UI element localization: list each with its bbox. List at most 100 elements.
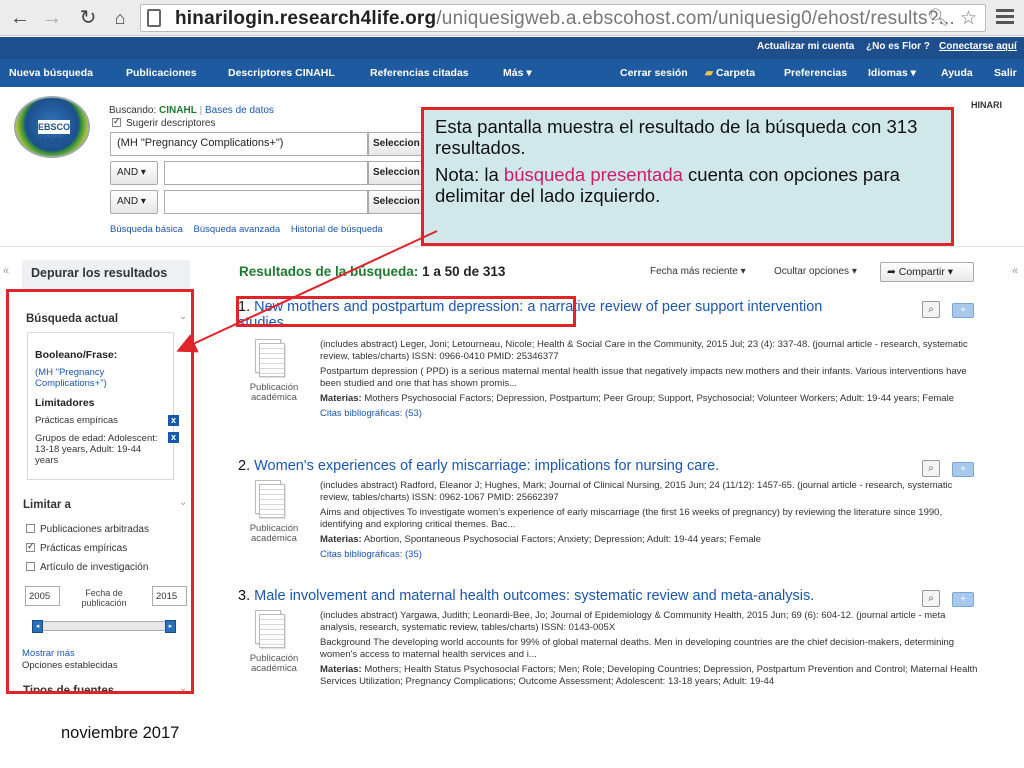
update-account-link[interactable]: Actualizar mi cuenta (757, 41, 854, 52)
add-to-folder-icon[interactable]: + (952, 592, 974, 607)
databases-link[interactable]: Bases de datos (205, 105, 274, 116)
checkbox[interactable] (26, 562, 35, 571)
result-title[interactable]: 2. Women's experiences of early miscarri… (238, 458, 858, 474)
nav-new-search[interactable]: Nueva búsqueda (9, 67, 93, 79)
suggest-subjects[interactable]: Sugerir descriptores (112, 116, 215, 129)
result-actions: ⌕ + (922, 301, 982, 319)
date-slider[interactable]: ◂ ▸ (32, 620, 176, 633)
browser-menu-icon[interactable] (996, 9, 1014, 25)
preview-icon[interactable]: ⌕ (922, 301, 940, 318)
advanced-search-link[interactable]: Búsqueda avanzada (194, 224, 281, 235)
result-subjects: Materias: Mothers Psychosocial Factors; … (320, 393, 954, 404)
collapse-right-icon[interactable]: « (1012, 265, 1018, 277)
nav-help[interactable]: Ayuda (941, 67, 973, 79)
hide-options-dropdown[interactable]: Ocultar opciones ▾ (774, 266, 857, 277)
chevron-down-icon[interactable]: ⌄ (179, 311, 187, 322)
nav-folder[interactable]: ▰ Carpeta (705, 67, 755, 79)
year-from-input[interactable]: 2005 (25, 586, 60, 606)
refine-panel-highlight: Búsqueda actual ⌄ Booleano/Frase: (MH "P… (6, 289, 194, 694)
result-item: 2. Women's experiences of early miscarri… (238, 458, 978, 578)
search-input-2[interactable] (164, 161, 368, 185)
boolean-select-2[interactable]: AND ▾ (110, 161, 158, 185)
boolean-select-3[interactable]: AND ▾ (110, 190, 158, 214)
limit-empirical[interactable]: Prácticas empíricas (26, 541, 127, 554)
home-icon[interactable]: ⌂ (108, 6, 132, 30)
nav-cinahl-headings[interactable]: Descriptores CINAHL (228, 67, 335, 79)
search-history-link[interactable]: Historial de búsqueda (291, 224, 383, 235)
checkbox[interactable] (26, 524, 35, 533)
chevron-down-icon[interactable]: ⌄ (179, 497, 187, 508)
result-details: (includes abstract) Radford, Eleanor J; … (320, 480, 980, 564)
search-input-1[interactable]: (MH "Pregnancy Complications+") (110, 132, 368, 156)
document-icon (247, 610, 291, 650)
document-icon (247, 480, 291, 520)
limiters-label: Limitadores (35, 397, 95, 409)
checkbox[interactable] (26, 541, 35, 552)
result-citation: (includes abstract) Yargawa, Judith; Leo… (320, 610, 946, 633)
field-select-2[interactable]: Seleccion (368, 161, 428, 185)
add-to-folder-icon[interactable]: + (952, 462, 974, 477)
publication-type: Publicación académica (249, 653, 299, 674)
remove-limiter-icon[interactable]: x (168, 432, 179, 443)
search-input-3[interactable] (164, 190, 368, 214)
result-citation: (includes abstract) Radford, Eleanor J; … (320, 480, 953, 503)
preview-icon[interactable]: ⌕ (922, 460, 940, 477)
result-actions: ⌕ + (922, 460, 982, 478)
slider-handle-left[interactable]: ◂ (32, 620, 43, 633)
annotation-callout: Esta pantalla muestra el resultado de la… (421, 107, 954, 246)
ebsco-host-logo[interactable]: EBSCO HOST (14, 96, 90, 158)
show-more-link[interactable]: Mostrar más (22, 648, 75, 659)
limit-to-heading[interactable]: Limitar a (23, 499, 71, 511)
preview-icon[interactable]: ⌕ (922, 590, 940, 607)
result-abstract: Background The developing world accounts… (320, 637, 955, 660)
basic-search-link[interactable]: Búsqueda básica (110, 224, 183, 235)
current-search-heading[interactable]: Búsqueda actual (26, 313, 118, 325)
reload-icon[interactable]: ↻ (76, 6, 100, 30)
field-select-3[interactable]: Seleccion (368, 190, 428, 214)
callout-text-2: Nota: la búsqueda presentada cuenta con … (435, 164, 900, 206)
hinari-label: HINARI (971, 100, 1002, 110)
share-icon: ➦ (887, 266, 896, 278)
year-to-input[interactable]: 2015 (152, 586, 187, 606)
document-icon (247, 339, 291, 379)
url-text: hinarilogin.research4life.org/uniquesigw… (175, 8, 955, 29)
back-icon[interactable]: ← (8, 6, 32, 30)
options-set-link[interactable]: Opciones establecidas (22, 660, 118, 671)
result-details: (includes abstract) Yargawa, Judith; Leo… (320, 610, 978, 691)
slider-handle-right[interactable]: ▸ (165, 620, 176, 633)
nav-more[interactable]: Más ▾ (503, 67, 532, 79)
limit-research-article[interactable]: Artículo de investigación (26, 562, 148, 573)
add-to-folder-icon[interactable]: + (952, 303, 974, 318)
result-abstract: Postpartum depression ( PPD) is a seriou… (320, 366, 967, 389)
nav-exit[interactable]: Salir (994, 67, 1017, 79)
logo-text: EBSCO HOST (38, 120, 71, 146)
sort-dropdown[interactable]: Fecha más reciente ▾ (650, 266, 746, 277)
collapse-left-icon[interactable]: « (3, 265, 9, 277)
forward-icon[interactable]: → (40, 6, 64, 30)
address-bar[interactable]: hinarilogin.research4life.org/uniquesigw… (140, 4, 986, 32)
limit-peer-reviewed[interactable]: Publicaciones arbitradas (26, 524, 149, 535)
main-navigation: Nueva búsqueda Publicaciones Descriptore… (0, 59, 1024, 87)
login-link[interactable]: Conectarse aquí (939, 41, 1017, 52)
source-types-heading[interactable]: Tipos de fuentes (23, 685, 114, 691)
nav-preferences[interactable]: Preferencias (784, 67, 847, 79)
search-icon[interactable]: 🔍︎ (927, 8, 949, 28)
cited-references-link[interactable]: Citas bibliográficas: (35) (320, 549, 980, 561)
chevron-down-icon[interactable]: ⌄ (179, 683, 187, 691)
nav-cited-references[interactable]: Referencias citadas (370, 67, 469, 79)
result-details: (includes abstract) Leger, Joni; Letourn… (320, 339, 980, 423)
field-select-1[interactable]: Seleccion (368, 132, 428, 156)
nav-publications[interactable]: Publicaciones (126, 67, 197, 79)
boolean-value-link[interactable]: (MH "Pregnancy Complications+") (35, 367, 135, 389)
nav-languages[interactable]: Idiomas ▾ (868, 67, 916, 79)
share-button[interactable]: ➦ Compartir ▾ (880, 262, 974, 282)
suggest-checkbox[interactable] (112, 116, 121, 127)
result-abstract: Aims and objectives To investigate women… (320, 507, 943, 530)
nav-sign-out[interactable]: Cerrar sesión (620, 67, 688, 79)
not-user-link[interactable]: ¿No es Flor ? (866, 41, 930, 52)
bookmark-star-icon[interactable]: ☆ (960, 7, 977, 30)
remove-limiter-icon[interactable]: x (168, 415, 179, 426)
database-name: CINAHL (159, 105, 197, 116)
cited-references-link[interactable]: Citas bibliográficas: (53) (320, 408, 980, 420)
result-title[interactable]: 3. Male involvement and maternal health … (238, 588, 858, 604)
